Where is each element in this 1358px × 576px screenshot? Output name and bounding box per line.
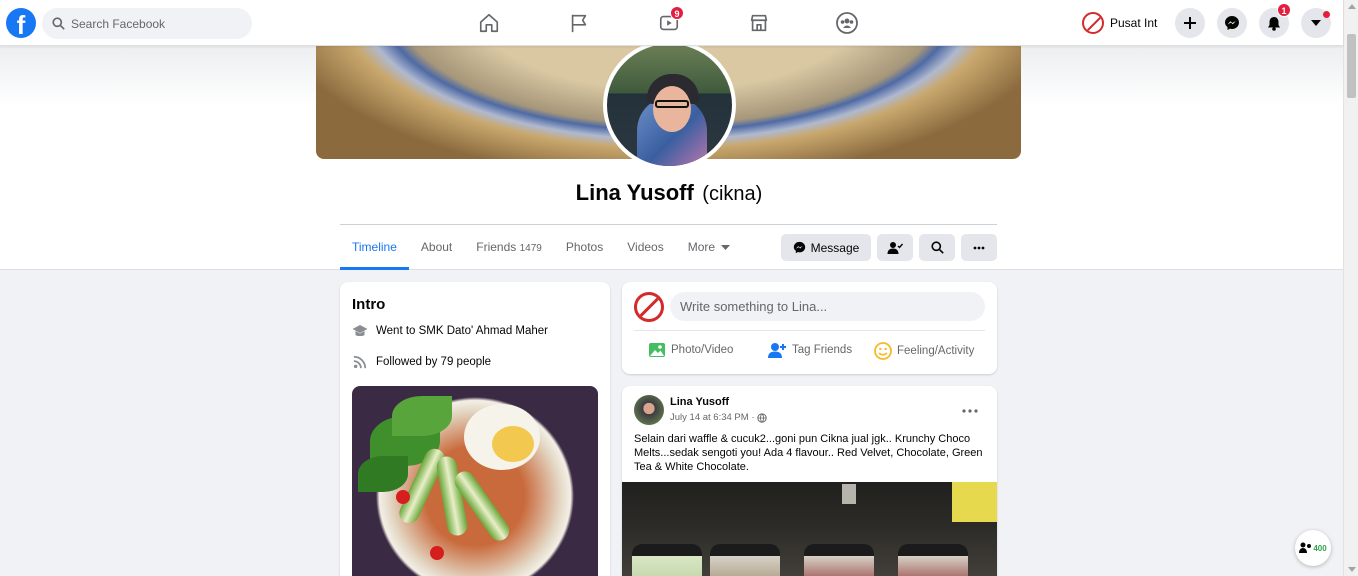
messenger-icon <box>793 241 805 254</box>
tag-friends-icon <box>768 343 786 358</box>
tab-about[interactable]: About <box>409 225 464 270</box>
tab-videos[interactable]: Videos <box>615 225 675 270</box>
alert-dot <box>1323 11 1330 18</box>
plus-icon <box>1184 17 1196 29</box>
marketplace-icon[interactable] <box>746 10 772 36</box>
post-options-button[interactable] <box>962 400 978 418</box>
more-options-button[interactable] <box>961 234 997 261</box>
notifications-button[interactable]: 1 <box>1259 3 1291 38</box>
ellipsis-icon <box>962 409 978 413</box>
profile-picture[interactable] <box>603 40 736 170</box>
post-image[interactable] <box>622 482 997 576</box>
notification-badge: 1 <box>1277 3 1291 17</box>
followers-text: Followed by 79 people <box>376 356 492 368</box>
messenger-button[interactable] <box>1217 8 1247 38</box>
search-box[interactable] <box>42 8 252 39</box>
followers-row: Followed by 79 people <box>352 355 491 369</box>
rss-icon <box>353 355 367 369</box>
post-meta: July 14 at 6:34 PM · <box>670 412 768 423</box>
friend-status-button[interactable] <box>877 234 913 261</box>
intro-card: Intro Went to SMK Dato' Ahmad Maher Foll… <box>340 282 610 576</box>
people-icon <box>1299 542 1312 553</box>
contacts-float-button[interactable]: 400 <box>1295 530 1331 566</box>
tab-timeline[interactable]: Timeline <box>340 225 409 270</box>
feeling-activity-button[interactable]: Feeling/Activity <box>874 342 974 360</box>
smiley-icon <box>874 342 892 360</box>
avatar <box>1082 12 1104 34</box>
watch-badge: 9 <box>670 6 684 20</box>
photo-icon <box>649 343 665 357</box>
education-row: Went to SMK Dato' Ahmad Maher <box>352 324 548 338</box>
profile-nickname: (cikna) <box>702 183 763 205</box>
page-scrollbar[interactable] <box>1343 0 1358 576</box>
graduation-cap-icon <box>352 325 368 337</box>
avatar[interactable] <box>634 395 664 425</box>
tab-photos[interactable]: Photos <box>554 225 615 270</box>
watch-icon[interactable]: 9 <box>656 6 684 36</box>
caret-down-icon <box>1311 20 1321 26</box>
timeline-post: Lina Yusoff July 14 at 6:34 PM · Selain … <box>622 386 997 576</box>
caret-down-icon <box>721 245 731 250</box>
messenger-icon <box>1225 16 1239 30</box>
composer-input[interactable]: Write something to Lina... <box>670 292 985 321</box>
top-navbar: f 9 Pusat Int 1 <box>0 0 1343 46</box>
profile-shortcut[interactable]: Pusat Int <box>1082 11 1157 35</box>
avatar <box>634 292 664 322</box>
profile-search-button[interactable] <box>919 234 955 261</box>
profile-tabs: Timeline About Friends 1479 Photos Video… <box>340 225 742 270</box>
home-icon[interactable] <box>476 10 502 36</box>
composer-divider <box>634 330 985 331</box>
ellipsis-icon <box>973 246 985 249</box>
post-timestamp[interactable]: July 14 at 6:34 PM · <box>670 412 754 423</box>
tab-more[interactable]: More <box>676 225 743 270</box>
post-composer: Write something to Lina... Photo/Video T… <box>622 282 997 374</box>
tag-friends-button[interactable]: Tag Friends <box>768 342 852 358</box>
message-button[interactable]: Message <box>781 234 871 261</box>
groups-icon[interactable] <box>834 10 860 36</box>
search-icon <box>52 17 65 30</box>
scroll-down-arrow[interactable] <box>1348 567 1356 572</box>
search-icon <box>930 241 944 254</box>
create-button[interactable] <box>1175 8 1205 38</box>
friend-check-icon <box>887 241 903 254</box>
profile-name: Pusat Int <box>1110 16 1158 30</box>
featured-photo[interactable] <box>352 386 598 576</box>
intro-title: Intro <box>352 296 386 313</box>
flag-icon[interactable] <box>566 10 592 36</box>
account-menu-button[interactable] <box>1301 8 1331 38</box>
scroll-thumb[interactable] <box>1347 34 1356 98</box>
profile-name-heading: Lina Yusoff <box>575 180 694 205</box>
post-author[interactable]: Lina Yusoff <box>670 396 729 408</box>
contacts-count: 400 <box>1313 543 1327 553</box>
tab-friends[interactable]: Friends 1479 <box>464 225 554 270</box>
education-text: Went to SMK Dato' Ahmad Maher <box>376 325 549 337</box>
message-label: Message <box>810 240 860 255</box>
photo-video-button[interactable]: Photo/Video <box>648 342 733 358</box>
post-text: Selain dari waffle & cucuk2...goni pun C… <box>634 433 983 473</box>
search-input[interactable] <box>71 16 231 31</box>
bell-icon <box>1268 16 1280 31</box>
scroll-up-arrow[interactable] <box>1348 4 1356 9</box>
profile-name-row: Lina Yusoff (cikna) <box>0 180 1338 206</box>
globe-icon <box>757 412 768 423</box>
friends-count: 1479 <box>519 243 542 254</box>
facebook-logo[interactable]: f <box>6 8 36 38</box>
